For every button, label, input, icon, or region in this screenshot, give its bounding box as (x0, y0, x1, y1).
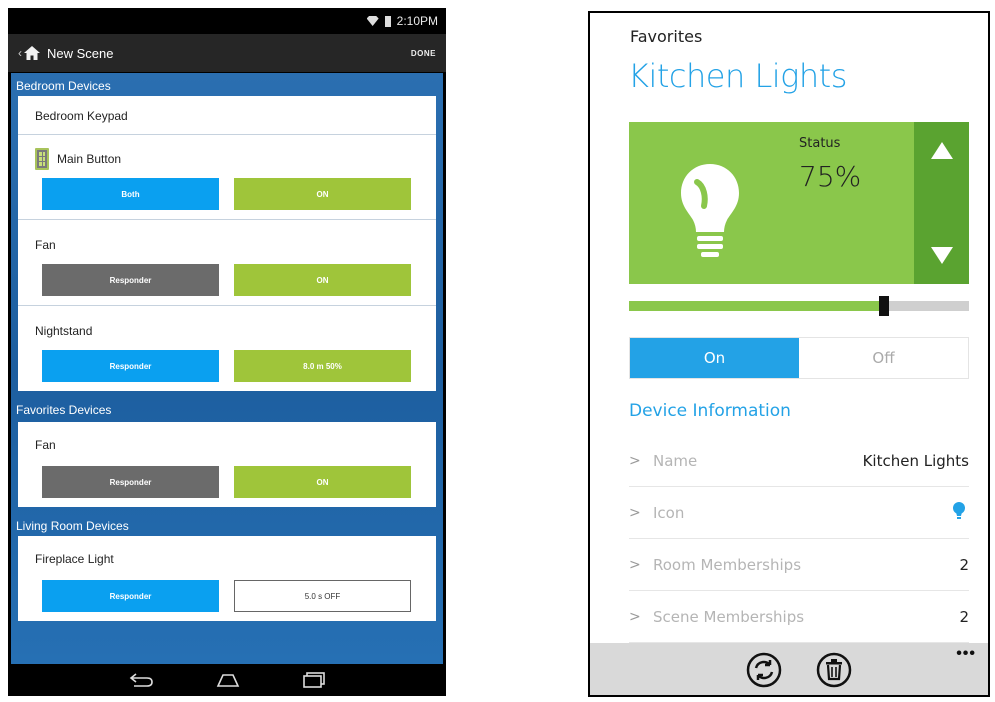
chevron-right-icon: > (629, 556, 641, 573)
chevron-right-icon: > (629, 452, 641, 469)
on-button[interactable]: On (630, 338, 799, 378)
keypad-icon (35, 147, 49, 170)
info-row-icon[interactable]: > Icon (629, 487, 969, 539)
info-row-rooms[interactable]: > Room Memberships 2 (629, 539, 969, 591)
state-button[interactable]: ON (234, 178, 411, 210)
slider-fill (629, 301, 884, 311)
home-icon[interactable] (24, 46, 40, 60)
app-bar: ••• (590, 643, 988, 695)
device-name: Fan (35, 238, 56, 252)
state-button[interactable]: 5.0 s OFF (234, 580, 411, 612)
state-button[interactable]: ON (234, 264, 411, 296)
lightbulb-pin-icon (953, 501, 965, 524)
page-title: Kitchen Lights (628, 57, 847, 95)
app-name: Favorites (630, 27, 703, 46)
device-name: Fan (35, 438, 56, 452)
device-card-bedroom: Bedroom Keypad Main Button Both ON Fan R… (18, 96, 436, 391)
slider-thumb[interactable] (879, 296, 889, 316)
info-label: Icon (653, 503, 685, 522)
back-icon[interactable] (128, 673, 154, 687)
chevron-right-icon: > (629, 608, 641, 625)
device-name: Main Button (57, 151, 122, 166)
mode-button[interactable]: Both (42, 178, 219, 210)
home-nav-icon[interactable] (215, 673, 241, 687)
device-info-list: > Name Kitchen Lights > Icon > Room Memb… (629, 435, 969, 643)
scene-device-list[interactable]: Bedroom Devices Bedroom Keypad Main Butt… (11, 73, 443, 664)
status-value: 75% (799, 160, 862, 193)
section-header-bedroom: Bedroom Devices (16, 79, 111, 93)
delete-icon[interactable] (815, 651, 853, 694)
status-tile: Status 75% (629, 122, 914, 284)
state-button[interactable]: ON (234, 466, 411, 498)
keypad-title: Bedroom Keypad (35, 109, 128, 123)
info-row-name[interactable]: > Name Kitchen Lights (629, 435, 969, 487)
info-value: 2 (959, 555, 969, 574)
status-label: Status (799, 136, 841, 151)
section-title: Device Information (629, 401, 791, 421)
mode-button[interactable]: Responder (42, 264, 219, 296)
arrow-down-icon[interactable] (930, 247, 953, 264)
device-name: Fireplace Light (35, 552, 114, 566)
wifi-icon (366, 16, 379, 26)
mode-button[interactable]: Responder (42, 466, 219, 498)
info-value: Kitchen Lights (862, 451, 969, 470)
arrow-up-icon[interactable] (930, 142, 953, 159)
info-row-scenes[interactable]: > Scene Memberships 2 (629, 591, 969, 643)
android-screen: 2:10PM ‹ New Scene DONE Bedroom Devices … (8, 8, 446, 696)
section-header-favorites: Favorites Devices (16, 403, 112, 417)
mode-button[interactable]: Responder (42, 580, 219, 612)
brightness-slider[interactable] (629, 296, 969, 316)
sync-icon[interactable] (745, 651, 783, 694)
state-button[interactable]: 8.0 m 50% (234, 350, 411, 382)
windows-phone-screen: Favorites Kitchen Lights Status 75% On O… (588, 11, 990, 697)
device-card-favorites: Fan Responder ON (18, 422, 436, 507)
done-button[interactable]: DONE (411, 49, 436, 58)
status-bar: 2:10PM (8, 8, 446, 34)
mode-button[interactable]: Responder (42, 350, 219, 382)
more-options-button[interactable]: ••• (956, 645, 976, 663)
list-item: Fan Responder ON (18, 422, 436, 507)
info-label: Room Memberships (653, 555, 802, 574)
lightbulb-icon (679, 162, 741, 262)
device-name: Nightstand (35, 324, 93, 338)
device-card-living-room: Fireplace Light Responder 5.0 s OFF (18, 536, 436, 621)
action-bar: ‹ New Scene DONE (8, 34, 446, 72)
list-item: Nightstand Responder 8.0 m 50% (18, 306, 436, 391)
off-button[interactable]: Off (799, 338, 968, 378)
chevron-right-icon: > (629, 504, 641, 521)
dimmer-controls (914, 122, 969, 284)
battery-icon (384, 15, 391, 27)
navigation-bar (8, 664, 446, 696)
recent-apps-icon[interactable] (302, 672, 326, 688)
list-item: Bedroom Keypad Main Button Both ON (18, 96, 436, 220)
chevron-left-icon[interactable]: ‹ (18, 46, 22, 60)
status-time: 2:10PM (396, 14, 438, 28)
info-value: 2 (959, 607, 969, 626)
list-item: Fan Responder ON (18, 220, 436, 306)
action-title: New Scene (47, 45, 114, 61)
info-label: Scene Memberships (653, 607, 805, 626)
info-label: Name (653, 451, 698, 470)
power-toggle: On Off (629, 337, 969, 379)
section-header-living-room: Living Room Devices (16, 519, 129, 533)
list-item: Fireplace Light Responder 5.0 s OFF (18, 536, 436, 621)
